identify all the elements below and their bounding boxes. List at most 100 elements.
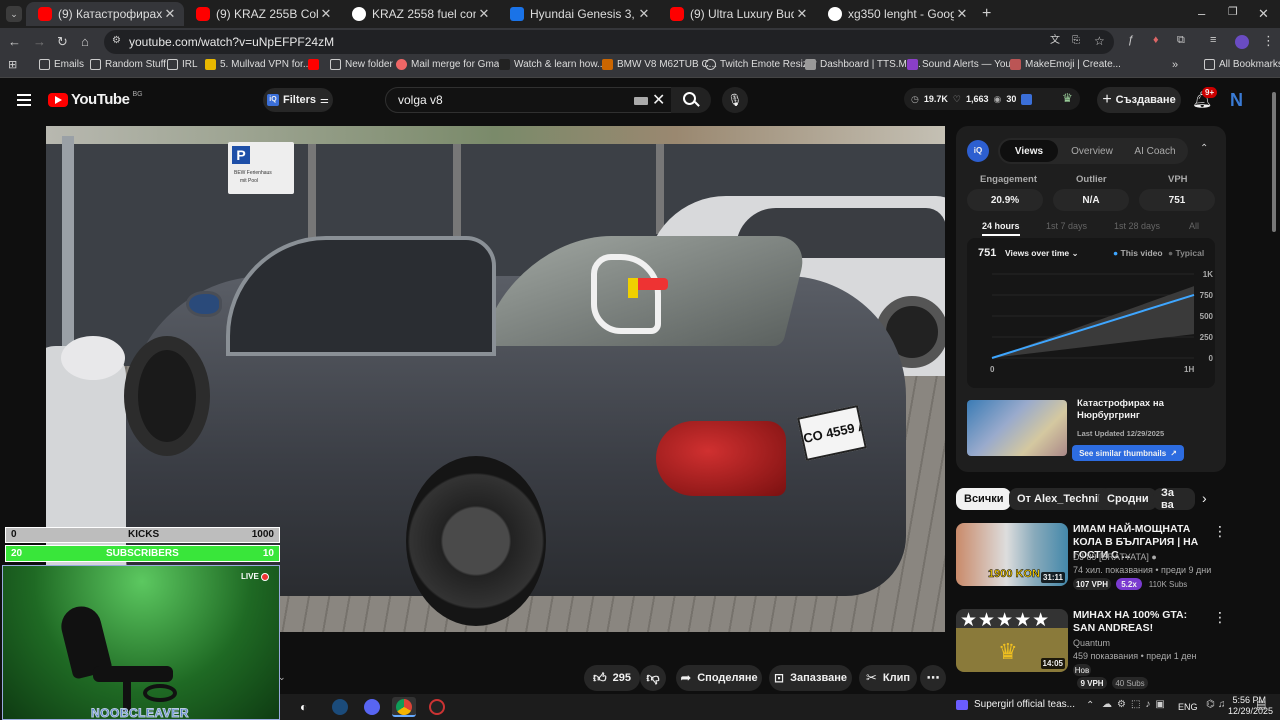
browser-tab[interactable]: KRAZ 2558 fuel consumption - ✕ (340, 2, 498, 26)
tab-close-icon[interactable]: ✕ (318, 6, 334, 22)
range-24h[interactable]: 24 hours (982, 221, 1020, 236)
youtube-logo[interactable]: YouTube BG (48, 91, 143, 108)
collapse-chevron-icon[interactable]: ⌄ (278, 672, 286, 683)
chip-for-you[interactable]: За ва (1153, 488, 1195, 510)
bookmark-star-icon[interactable]: ☆ (1094, 35, 1105, 47)
language-indicator[interactable]: ENG (1178, 702, 1198, 712)
tab-close-icon[interactable]: ✕ (636, 6, 652, 22)
browser-tab[interactable]: (9) Ultra Luxury Budgetmobile: ✕ (658, 2, 816, 26)
list-item[interactable]: 1900 KON 31:11 ИМАМ НАЙ-МОЩНАТА КОЛА В Б… (956, 523, 1276, 593)
network-icon[interactable]: ⌬ (1206, 700, 1215, 710)
discord-icon[interactable] (364, 699, 380, 715)
clear-search-icon[interactable]: ✕ (652, 90, 665, 110)
vidiq-icon[interactable] (1021, 93, 1033, 105)
chip-related[interactable]: Сродни (1099, 488, 1157, 510)
extensions-puzzle-icon[interactable]: ⧉ (1177, 35, 1185, 46)
chrome-icon[interactable] (392, 697, 416, 717)
tab-close-icon[interactable]: ✕ (954, 6, 970, 22)
video-thumbnail[interactable]: 1900 KON 31:11 (956, 523, 1068, 586)
chevron-right-icon[interactable]: » (1172, 60, 1178, 71)
kebab-menu-icon[interactable]: ⋮ (1213, 609, 1227, 626)
search-input[interactable]: volga v8 ✕ (385, 87, 677, 113)
tab-overview[interactable]: Overview (1062, 140, 1122, 162)
share-button[interactable]: ➦ Споделяне (676, 665, 762, 691)
vidiq-logo-icon[interactable]: iQ (967, 140, 989, 162)
chip-all[interactable]: Всички (956, 488, 1012, 510)
app-icon[interactable] (429, 699, 445, 715)
create-button[interactable]: + Създаване (1097, 87, 1181, 113)
see-similar-button[interactable]: See similar thumbnails ↗ (1072, 445, 1184, 461)
browser-tab[interactable]: (9) KRAZ 255B Cold Start A ✕ (184, 2, 340, 26)
volume-icon[interactable]: ♫ (1218, 700, 1226, 710)
close-window-icon[interactable]: ✕ (1258, 7, 1269, 20)
chips-next-icon[interactable]: › (1202, 490, 1207, 506)
apps-grid-icon[interactable]: ⊞ (8, 60, 17, 71)
search-button[interactable] (671, 87, 711, 113)
tab-views[interactable]: Views (1000, 140, 1058, 162)
kebab-menu-icon[interactable]: ⋮ (1213, 523, 1227, 540)
chip-channel[interactable]: От Alex_Technik (1009, 488, 1113, 510)
home-icon[interactable]: ⌂ (81, 35, 89, 48)
more-actions-button[interactable]: ⋯ (920, 665, 946, 691)
reload-icon[interactable]: ↻ (57, 35, 68, 48)
bookmark-item[interactable]: Emails (39, 59, 84, 70)
media-icon[interactable]: ≡ (1210, 35, 1216, 46)
browser-tab[interactable]: xg350 lenght - Google Search ✕ (816, 2, 976, 26)
avatar[interactable]: N (1230, 90, 1243, 111)
restore-icon[interactable]: ❐ (1228, 7, 1238, 18)
steam-icon[interactable] (332, 699, 348, 715)
bookmark-item[interactable]: Mail merge for Gma... (396, 59, 508, 70)
back-icon[interactable]: ← (8, 35, 21, 48)
collapse-icon[interactable]: ⌃ (1200, 144, 1208, 154)
video-thumbnail[interactable]: ★★★★★ ♛ 14:05 (956, 609, 1068, 672)
address-bar[interactable]: ⚙ youtube.com/watch?v=uNpEFPF24zM 文 ⎘ ☆ (104, 30, 1114, 54)
bookmark-item[interactable]: MakeEmoji | Create... (1010, 59, 1121, 70)
video-card-thumbnail[interactable] (967, 400, 1067, 456)
bookmark-item[interactable]: IRL (167, 59, 198, 70)
tab-ai-coach[interactable]: AI Coach (1124, 140, 1186, 162)
dislike-button[interactable]: 👎︎ (640, 665, 666, 691)
save-button[interactable]: ⊡ Запазване (769, 665, 852, 691)
tray-icons[interactable]: ☁⚙⬚♪▣ (1102, 700, 1170, 710)
bookmark-item[interactable]: Random Stuff (90, 59, 166, 70)
bookmark-item[interactable]: Sound Alerts — You... (907, 59, 1019, 70)
mini-notification[interactable]: Supergirl official teas... (956, 699, 1075, 710)
app-icon[interactable]: ◐ (300, 700, 307, 714)
keyboard-icon[interactable] (634, 97, 648, 105)
extension-icon[interactable]: ƒ (1128, 35, 1134, 46)
install-icon[interactable]: ⎘ (1072, 36, 1080, 46)
tab-search-icon[interactable]: ⌄ (6, 6, 22, 22)
notification-center-icon[interactable]: ▤ (1256, 700, 1266, 711)
bookmark-item[interactable]: Dashboard | TTS.Mo... (805, 59, 921, 70)
site-info-icon[interactable]: ⚙ (112, 36, 121, 46)
bookmark-item[interactable]: Watch & learn how... (499, 59, 605, 70)
trophy-icon[interactable]: ♛ (1062, 91, 1073, 105)
bookmark-item[interactable]: 5. Mullvad VPN for... (205, 59, 311, 70)
tab-close-icon[interactable]: ✕ (794, 6, 810, 22)
range-7d[interactable]: 1st 7 days (1046, 221, 1087, 231)
tab-close-icon[interactable]: ✕ (162, 6, 178, 22)
bookmark-item[interactable]: New folder (330, 59, 393, 70)
browser-tab[interactable]: (9) Катастрофирах на Нюр ✕ (26, 2, 184, 26)
forward-icon[interactable]: → (33, 35, 46, 48)
range-28d[interactable]: 1st 28 days (1114, 221, 1160, 231)
extension-icon[interactable]: ♦ (1153, 35, 1159, 46)
bookmark-item[interactable] (308, 59, 323, 70)
new-tab-icon[interactable]: + (982, 6, 991, 22)
scrollbar[interactable] (1272, 92, 1276, 232)
like-button[interactable]: 👍︎ 295 (584, 665, 640, 691)
list-item[interactable]: ★★★★★ ♛ 14:05 МИНАХ НА 100% GTA: SAN AND… (956, 609, 1276, 689)
range-all[interactable]: All (1189, 221, 1199, 231)
profile-avatar[interactable] (1235, 35, 1249, 49)
translate-icon[interactable]: 文 (1050, 36, 1060, 46)
all-bookmarks[interactable]: All Bookmarks (1204, 59, 1280, 70)
browser-tab[interactable]: Hyundai Genesis 3, 5i 24V 197p ✕ (498, 2, 658, 26)
tray-chevron-icon[interactable]: ⌃ (1086, 701, 1094, 711)
tab-close-icon[interactable]: ✕ (476, 6, 492, 22)
kebab-menu-icon[interactable]: ⋮ (1262, 34, 1275, 47)
bookmark-item[interactable]: Twitch Emote Resizer (705, 59, 817, 70)
filters-button[interactable]: iQ Filters ⚌ (263, 88, 333, 112)
minimize-icon[interactable]: – (1198, 7, 1205, 20)
notifications-button[interactable]: 🔔︎ 9+ (1192, 87, 1218, 110)
voice-search-button[interactable]: 🎙 (722, 87, 748, 113)
